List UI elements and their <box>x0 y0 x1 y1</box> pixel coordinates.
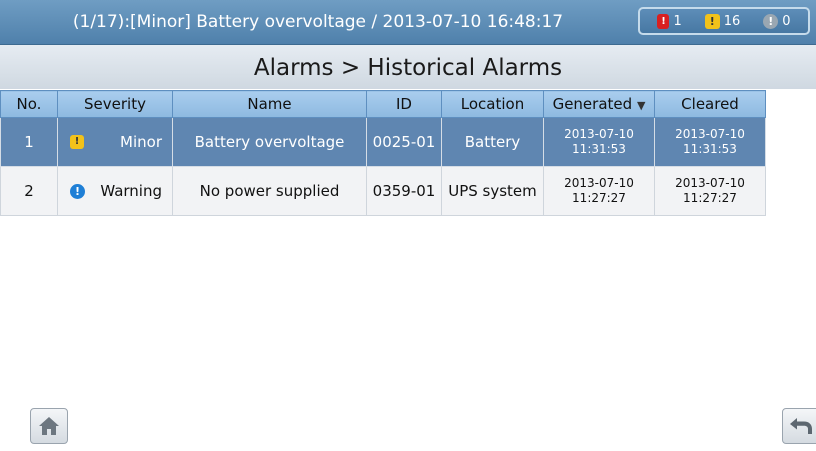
cell-location: UPS system <box>441 166 544 216</box>
cell-generated: 2013-07-10 11:27:27 <box>543 166 655 216</box>
critical-count: ! 1 <box>657 13 682 29</box>
generated-time: 11:27:27 <box>572 191 626 205</box>
table-row[interactable]: 2 ! Warning No power supplied 0359-01 UP… <box>0 166 766 216</box>
back-button[interactable] <box>782 408 816 444</box>
cell-name: Battery overvoltage <box>172 117 367 167</box>
warning-count-value: 0 <box>782 13 791 29</box>
table-header-row: No. Severity Name ID Location Generated … <box>0 90 766 118</box>
cleared-date: 2013-07-10 <box>675 176 745 190</box>
cleared-time: 11:31:53 <box>683 142 737 156</box>
minor-count: ! 16 <box>704 13 741 29</box>
warning-alarm-icon: ! <box>763 13 779 29</box>
cell-name: No power supplied <box>172 166 367 216</box>
column-header-no[interactable]: No. <box>0 90 58 118</box>
cell-location: Battery <box>441 117 544 167</box>
alarm-count-panel[interactable]: ! 1 ! 16 ! 0 <box>638 7 810 35</box>
cell-no: 2 <box>0 166 58 216</box>
cell-no: 1 <box>0 117 58 167</box>
status-bar: (1/17):[Minor] Battery overvoltage / 201… <box>0 0 816 45</box>
minor-count-value: 16 <box>723 13 741 29</box>
generated-date: 2013-07-10 <box>564 127 634 141</box>
page-title: Alarms > Historical Alarms <box>0 45 816 89</box>
cell-id: 0025-01 <box>366 117 442 167</box>
alarm-table: No. Severity Name ID Location Generated … <box>0 90 766 216</box>
cell-cleared: 2013-07-10 11:27:27 <box>654 166 766 216</box>
cell-generated: 2013-07-10 11:31:53 <box>543 117 655 167</box>
column-header-cleared[interactable]: Cleared <box>654 90 766 118</box>
cleared-time: 11:27:27 <box>683 191 737 205</box>
home-button[interactable] <box>30 408 68 444</box>
severity-label: Warning <box>100 182 162 200</box>
column-header-name[interactable]: Name <box>172 90 367 118</box>
minor-alarm-icon: ! <box>70 135 84 149</box>
warning-info-icon: ! <box>70 183 85 199</box>
cell-severity: ! Warning <box>57 166 173 216</box>
table-row[interactable]: 1 ! Minor Battery overvoltage 0025-01 Ba… <box>0 117 766 167</box>
back-arrow-icon <box>790 418 812 434</box>
minor-alarm-icon: ! <box>704 13 720 29</box>
generated-time: 11:31:53 <box>572 142 626 156</box>
warning-count: ! 0 <box>763 13 791 29</box>
critical-count-value: 1 <box>673 13 682 29</box>
generated-header-label: Generated <box>552 95 633 113</box>
column-header-location[interactable]: Location <box>441 90 544 118</box>
severity-label: Minor <box>120 133 162 151</box>
column-header-id[interactable]: ID <box>366 90 442 118</box>
current-alarm-text[interactable]: (1/17):[Minor] Battery overvoltage / 201… <box>0 0 636 44</box>
column-header-severity[interactable]: Severity <box>57 90 173 118</box>
sort-descending-icon: ▼ <box>636 99 646 112</box>
generated-date: 2013-07-10 <box>564 176 634 190</box>
column-header-generated[interactable]: Generated ▼ <box>543 90 655 118</box>
home-icon <box>39 417 59 435</box>
cell-id: 0359-01 <box>366 166 442 216</box>
cell-cleared: 2013-07-10 11:31:53 <box>654 117 766 167</box>
cleared-date: 2013-07-10 <box>675 127 745 141</box>
cell-severity: ! Minor <box>57 117 173 167</box>
critical-alarm-icon: ! <box>657 13 670 29</box>
